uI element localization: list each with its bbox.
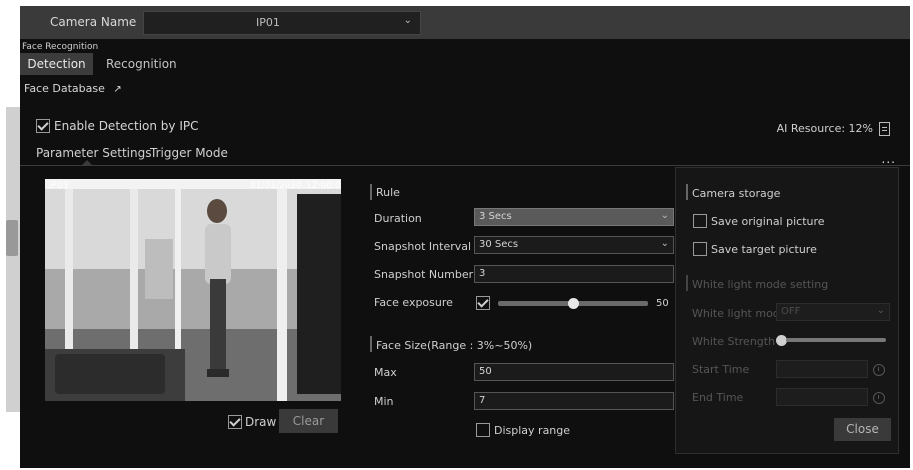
- face-recognition-window: Camera Name IP01 ⌄ Face Recognition Dete…: [20, 6, 910, 468]
- rule-title: Rule: [376, 186, 400, 199]
- tab-divider: [20, 165, 910, 166]
- white-strength-label: White Strength: [692, 335, 776, 348]
- face-size-title: Face Size(Range : 3%~50%): [376, 339, 533, 352]
- save-target-checkbox[interactable]: Save target picture: [693, 242, 817, 256]
- camera-name-select[interactable]: IP01 ⌄: [143, 11, 421, 35]
- snapshot-interval-select[interactable]: 30 Secs ⌄: [474, 236, 674, 254]
- tab-recognition[interactable]: Recognition: [106, 57, 177, 71]
- max-input[interactable]: 50: [474, 363, 674, 381]
- checkbox-icon: [476, 423, 490, 437]
- osd-time: 12:00:0: [306, 181, 341, 191]
- end-time-label: End Time: [692, 391, 744, 404]
- checkbox-icon: [228, 414, 242, 429]
- checkbox-icon: [693, 214, 707, 228]
- ai-resource: AI Resource: 12%: [777, 122, 890, 136]
- duration-value: 3 Secs: [479, 211, 512, 222]
- face-exposure-value: 50: [656, 298, 669, 309]
- clock-icon[interactable]: [873, 392, 885, 404]
- chevron-down-icon: ⌄: [876, 305, 885, 316]
- enable-detection-checkbox[interactable]: Enable Detection by IPC: [36, 118, 199, 133]
- ai-resource-label: AI Resource: 12%: [776, 122, 873, 135]
- draw-checkbox[interactable]: Draw: [228, 414, 276, 429]
- min-input[interactable]: 7: [474, 392, 674, 410]
- save-original-checkbox[interactable]: Save original picture: [693, 214, 825, 228]
- document-icon[interactable]: [879, 122, 890, 136]
- section-marker: [370, 184, 372, 200]
- white-light-mode-label: White light mode: [692, 307, 787, 320]
- camera-storage-title: Camera storage: [692, 187, 781, 200]
- video-preview[interactable]: IP03 01/01/2020 12:00:0: [45, 179, 341, 401]
- clock-icon[interactable]: [873, 364, 885, 376]
- face-exposure-label: Face exposure: [374, 296, 453, 309]
- chevron-down-icon: ⌄: [403, 15, 412, 26]
- close-button[interactable]: Close: [834, 418, 891, 441]
- face-database-link[interactable]: Face Database ↗: [24, 82, 122, 95]
- section-marker: [686, 275, 688, 291]
- snapshot-interval-value: 30 Secs: [479, 239, 519, 250]
- face-exposure-slider-knob[interactable]: [567, 298, 579, 309]
- face-database-label: Face Database: [24, 82, 105, 95]
- section-marker: [686, 184, 688, 200]
- osd-channel: IP03: [49, 181, 69, 191]
- camera-scene-image: [45, 179, 341, 401]
- start-time-label: Start Time: [692, 363, 750, 376]
- white-light-mode-value: OFF: [781, 306, 801, 317]
- white-light-title: White light mode setting: [692, 278, 829, 291]
- duration-label: Duration: [374, 212, 422, 225]
- background-window-strip: [6, 107, 20, 412]
- camera-name-label: Camera Name: [50, 15, 137, 29]
- face-recognition-label: Face Recognition: [22, 42, 99, 52]
- white-light-mode-select[interactable]: OFF ⌄: [776, 303, 890, 321]
- background-window-icon: [6, 220, 18, 256]
- end-time-input[interactable]: [776, 388, 868, 406]
- duration-select[interactable]: 3 Secs ⌄: [474, 208, 674, 226]
- more-options-popup: Camera storage Save original picture Sav…: [675, 167, 899, 454]
- snapshot-number-label: Snapshot Number: [374, 268, 474, 281]
- draw-label: Draw: [245, 414, 277, 429]
- camera-name-value: IP01: [256, 16, 280, 29]
- active-tab-indicator: [82, 160, 92, 165]
- section-marker: [370, 336, 372, 352]
- tab-trigger-mode[interactable]: Trigger Mode: [150, 146, 228, 160]
- save-target-label: Save target picture: [711, 242, 817, 256]
- chevron-down-icon: ⌄: [660, 210, 669, 221]
- more-options-icon[interactable]: ...: [882, 152, 896, 166]
- external-link-icon: ↗: [113, 84, 122, 95]
- save-original-label: Save original picture: [711, 214, 825, 228]
- header-bar: Camera Name IP01 ⌄: [20, 6, 910, 39]
- max-label: Max: [374, 366, 397, 379]
- enable-detection-label: Enable Detection by IPC: [54, 118, 199, 133]
- checkbox-icon: [693, 242, 707, 256]
- snapshot-number-input[interactable]: 3: [474, 265, 674, 283]
- chevron-down-icon: ⌄: [660, 238, 669, 249]
- start-time-input[interactable]: [776, 360, 868, 378]
- display-range-label: Display range: [494, 423, 571, 437]
- display-range-checkbox[interactable]: Display range: [476, 423, 570, 437]
- white-strength-slider[interactable]: [786, 338, 886, 342]
- face-exposure-checkbox[interactable]: [476, 296, 490, 310]
- checkbox-icon: [36, 118, 50, 133]
- tab-parameter-settings[interactable]: Parameter Settings: [36, 146, 151, 160]
- osd-date: 01/01/2020: [250, 181, 302, 191]
- snapshot-interval-label: Snapshot Interval: [374, 240, 472, 253]
- tab-detection[interactable]: Detection: [20, 53, 93, 75]
- clear-button[interactable]: Clear: [279, 409, 338, 433]
- min-label: Min: [374, 395, 394, 408]
